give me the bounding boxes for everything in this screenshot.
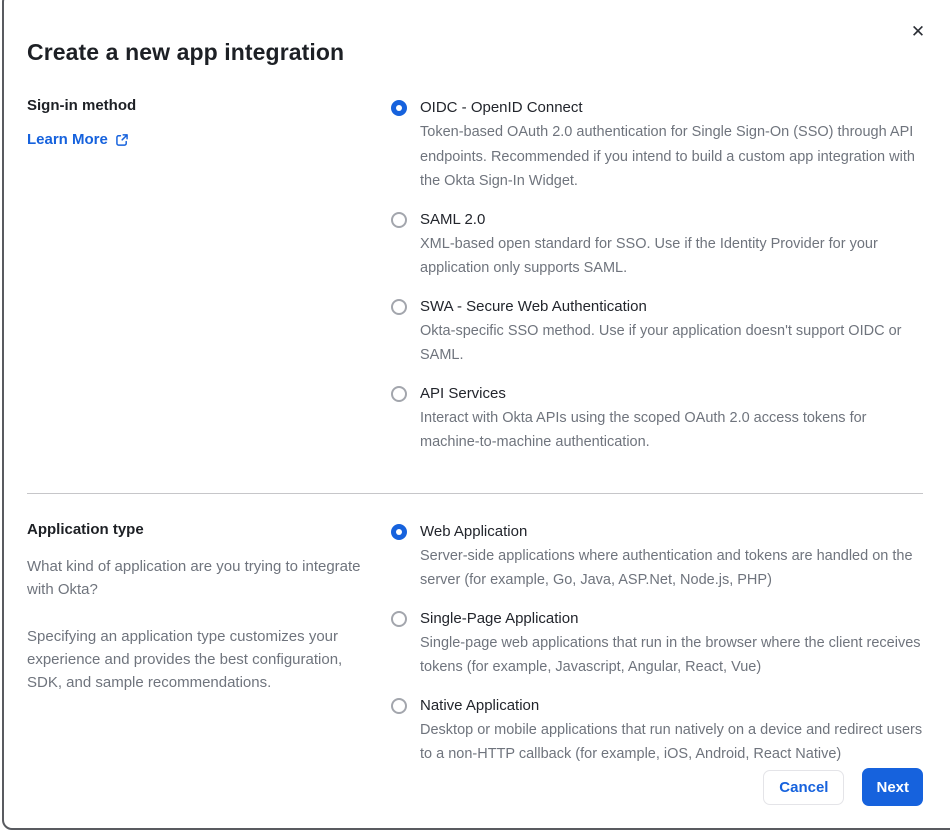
create-app-integration-dialog: Create a new app integration Sign-in met…: [0, 0, 950, 830]
option-label-saml[interactable]: SAML 2.0: [420, 208, 923, 232]
close-icon[interactable]: ✕: [906, 20, 930, 44]
radio-single-page-application[interactable]: [391, 610, 407, 627]
external-link-icon: [115, 133, 129, 147]
option-desc-saml: XML-based open standard for SSO. Use if …: [420, 235, 878, 277]
signin-method-label: Sign-in method: [27, 97, 137, 114]
option-desc-native-application: Desktop or mobile applications that run …: [420, 721, 923, 763]
page-title: Create a new app integration: [27, 39, 345, 65]
option-desc-swa: Okta-specific SSO method. Use if your ap…: [420, 322, 902, 364]
option-api-services: API Services Interact with Okta APIs usi…: [391, 382, 923, 455]
option-desc-api-services: Interact with Okta APIs using the scoped…: [420, 409, 867, 451]
option-single-page-application: Single-Page Application Single-page web …: [391, 607, 923, 680]
option-web-application: Web Application Server-side applications…: [391, 520, 923, 593]
option-label-api-services[interactable]: API Services: [420, 382, 923, 406]
option-label-single-page-application[interactable]: Single-Page Application: [420, 607, 923, 631]
dialog-footer: Cancel Next: [763, 768, 923, 806]
application-type-helper-2: Specifying an application type customize…: [27, 627, 343, 691]
radio-web-application[interactable]: [391, 523, 407, 540]
option-label-web-application[interactable]: Web Application: [420, 520, 923, 544]
option-label-native-application[interactable]: Native Application: [420, 694, 923, 718]
radio-api-services[interactable]: [391, 385, 407, 402]
option-swa: SWA - Secure Web Authentication Okta-spe…: [391, 295, 923, 368]
radio-saml[interactable]: [391, 211, 407, 228]
option-desc-oidc: Token-based OAuth 2.0 authentication for…: [420, 124, 915, 189]
option-saml: SAML 2.0 XML-based open standard for SSO…: [391, 208, 923, 281]
cancel-button[interactable]: Cancel: [763, 769, 845, 805]
application-type-section: Application type What kind of applicatio…: [27, 520, 923, 767]
application-type-label: Application type: [27, 520, 144, 538]
learn-more-link[interactable]: Learn More: [27, 131, 129, 148]
option-desc-single-page-application: Single-page web applications that run in…: [420, 634, 921, 676]
option-label-swa[interactable]: SWA - Secure Web Authentication: [420, 295, 923, 319]
option-desc-web-application: Server-side applications where authentic…: [420, 547, 913, 589]
section-divider: [27, 492, 923, 494]
radio-native-application[interactable]: [391, 697, 407, 714]
learn-more-label: Learn More: [27, 131, 108, 148]
radio-oidc[interactable]: [391, 100, 407, 116]
option-native-application: Native Application Desktop or mobile app…: [391, 694, 923, 767]
signin-method-section: Sign-in method Learn More OIDC - OpenID …: [27, 96, 923, 455]
radio-swa[interactable]: [391, 298, 407, 315]
next-button[interactable]: Next: [862, 768, 923, 806]
option-label-oidc[interactable]: OIDC - OpenID Connect: [420, 96, 923, 120]
application-type-helper-1: What kind of application are you trying …: [27, 557, 361, 598]
option-oidc: OIDC - OpenID Connect Token-based OAuth …: [391, 96, 923, 194]
